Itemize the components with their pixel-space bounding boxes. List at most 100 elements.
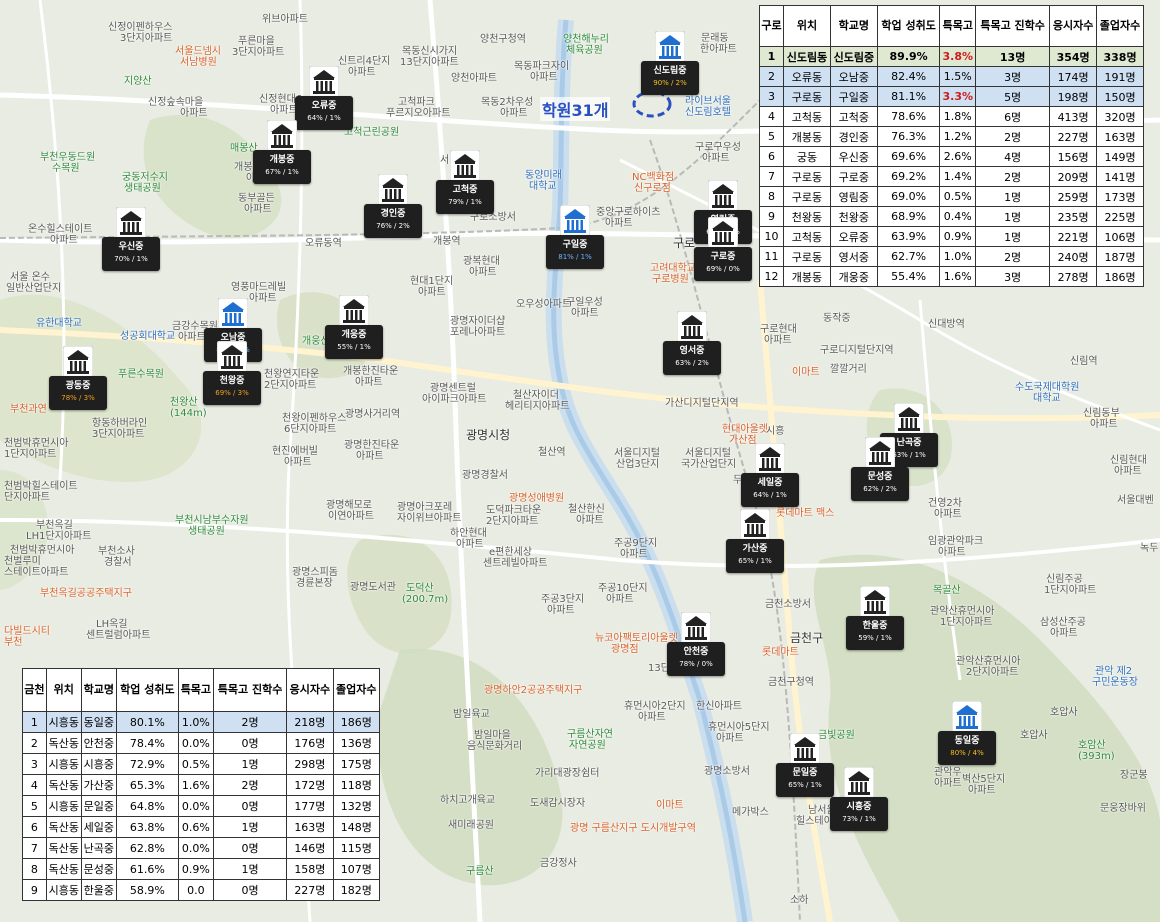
table-cell: 2: [22, 732, 47, 754]
map-place-label: 고척파크: [398, 97, 435, 108]
table-cell: 1명: [212, 816, 288, 838]
school-marker[interactable]: 우신중 70% / 1%: [102, 206, 162, 279]
map-place-label: 천왕연지타운: [264, 369, 320, 380]
table-cell: 0명: [212, 879, 288, 901]
school-marker[interactable]: 안천중 78% / 0%: [667, 611, 727, 684]
school-percent: 69% / 3%: [215, 389, 249, 397]
map-place-label: 아파트: [469, 267, 497, 278]
map-place-label: 1단지아파트: [1044, 585, 1097, 596]
school-marker[interactable]: 한울중 59% / 1%: [846, 585, 906, 658]
table-row: 4 고척동 고척중 78.6% 1.8% 6명 413명 320명: [758, 106, 1144, 127]
map-place-label: 13단지아파트: [400, 57, 459, 68]
map-place-label: 가산디지털단지역: [665, 398, 739, 409]
map-place-label: 아파트: [968, 785, 996, 796]
table-cell: 8: [758, 186, 785, 207]
table-cell: 0.0%: [177, 732, 214, 754]
map-place-label: 유한대학교: [36, 318, 82, 329]
school-marker[interactable]: 문성중 62% / 2%: [851, 436, 911, 509]
map-place-label: 부천옥길: [36, 520, 73, 531]
map-place-label: 철산자이더: [513, 390, 559, 401]
map-place-label: 아파트: [284, 457, 312, 468]
map-place-label: 아파트: [1090, 419, 1118, 430]
map-place-label: 금천구청역: [768, 677, 814, 688]
school-name: 한울중: [862, 621, 888, 631]
academy-count-annotation: 학원31개: [540, 97, 611, 121]
map-place-label: 부천시남부수자원: [175, 515, 249, 526]
school-marker[interactable]: 신도림중 90% / 2%: [641, 30, 701, 103]
table-cell: 218명: [286, 711, 334, 733]
school-building-icon: [843, 766, 875, 800]
table-cell: 174명: [1049, 66, 1098, 87]
map-place-label: 일반산업단지: [6, 283, 62, 294]
map-place-label: 깔깔거리: [830, 364, 867, 375]
map-place-label: 궁동저수지: [122, 172, 168, 183]
table-row: 3 구로동 구일중 81.1% 3.3% 5명 198명 150명: [758, 86, 1144, 107]
table-cell: 158명: [286, 858, 334, 880]
table-cell: 1.6%: [177, 774, 214, 796]
map-place-label: 새미래공원: [448, 820, 494, 831]
map-place-label: 광명성애병원: [509, 493, 565, 504]
table-row: 2 오류동 오남중 82.4% 1.5% 3명 174명 191명: [758, 66, 1144, 87]
map-place-label: 천왕산: [170, 397, 198, 408]
map-place-label: (393m): [1078, 751, 1115, 762]
school-marker[interactable]: 구일중 81% / 1%: [546, 204, 606, 277]
map-place-label: 현진에버빌: [272, 446, 318, 457]
map-place-label: 도덕파크타운: [486, 505, 542, 516]
table-cell: 0.0%: [177, 795, 214, 817]
table-cell: 6: [22, 816, 47, 838]
school-name: 오류중: [311, 101, 337, 111]
table-cell: 2명: [212, 711, 288, 733]
map-place-label: 센트레빌아파트: [483, 558, 548, 569]
school-marker[interactable]: 경인중 76% / 2%: [364, 173, 424, 246]
map-place-label: 아파트: [1114, 466, 1142, 477]
map-place-label: 호압사: [1020, 730, 1048, 741]
table-header-cell: 학교명: [80, 668, 117, 712]
table-cell: 172명: [286, 774, 334, 796]
school-marker[interactable]: 동일중 80% / 4%: [938, 700, 998, 773]
school-badge: 고척중 79% / 1%: [436, 180, 494, 214]
school-name: 문일중: [792, 768, 818, 778]
table-cell: 221명: [1049, 226, 1098, 247]
table-cell: 338명: [1096, 46, 1144, 67]
table-cell: 3: [22, 753, 47, 775]
school-marker[interactable]: 개웅중 55% / 1%: [325, 294, 385, 367]
table-cell: 1.5%: [939, 66, 977, 87]
table-header-cell: 특목고 진학수: [212, 668, 288, 712]
map-place-label: 푸른마을: [238, 36, 275, 47]
school-percent: 65% / 1%: [738, 557, 772, 565]
school-marker[interactable]: 천왕중 69% / 3%: [203, 340, 263, 413]
table-cell: 0명: [212, 795, 288, 817]
map-place-label: 휴먼시아2단지: [624, 701, 686, 712]
map-place-label: 수도국제대학원: [1015, 382, 1080, 393]
school-marker[interactable]: 영서중 63% / 2%: [663, 310, 723, 383]
table-cell: 182명: [332, 879, 381, 901]
table-row: 4 독산동 가산중 65.3% 1.6% 2명 172명 118명: [22, 774, 381, 796]
school-marker[interactable]: 광동중 78% / 3%: [49, 345, 109, 418]
table-cell: 3: [758, 86, 785, 107]
map-place-label: 2단지아파트: [264, 380, 317, 391]
table-cell: 148명: [332, 816, 381, 838]
map-place-label: 경찰서: [104, 557, 132, 568]
school-marker[interactable]: 문일중 65% / 1%: [776, 732, 836, 805]
map-place-label: 광명경찰서: [462, 470, 508, 481]
guro-table-body: 1 신도림동 신도림중 89.9% 3.8% 13명 354명 338명 2 오류동 오남중 82.4…: [758, 46, 1144, 287]
table-cell: 6명: [975, 106, 1051, 127]
school-badge: 세일중 64% / 1%: [741, 473, 799, 507]
school-marker[interactable]: 구로중 69% / 0%: [694, 216, 754, 289]
school-marker[interactable]: 개봉중 67% / 1%: [253, 119, 313, 192]
school-marker[interactable]: 시흥중 73% / 1%: [830, 766, 890, 839]
school-building-icon: [707, 216, 739, 250]
table-cell: 80.1%: [115, 711, 179, 733]
table-row: 1 신도림동 신도림중 89.9% 3.8% 13명 354명 338명: [758, 46, 1144, 67]
table-header-cell: 구로: [758, 5, 785, 47]
school-marker[interactable]: 세일중 64% / 1%: [741, 442, 801, 515]
school-marker[interactable]: 고척중 79% / 1%: [436, 149, 496, 222]
map-place-label: 1단지아파트: [940, 617, 993, 628]
map-place-label: 장군봉: [1120, 770, 1148, 781]
table-row: 11 구로동 영서중 62.7% 1.0% 2명 240명 187명: [758, 246, 1144, 267]
table-cell: 235명: [1049, 206, 1098, 227]
table-cell: 고척동: [783, 106, 831, 127]
map-place-label: 주공10단지: [598, 583, 648, 594]
school-marker[interactable]: 가산중 65% / 1%: [726, 508, 786, 581]
table-cell: 신도림중: [829, 46, 878, 67]
